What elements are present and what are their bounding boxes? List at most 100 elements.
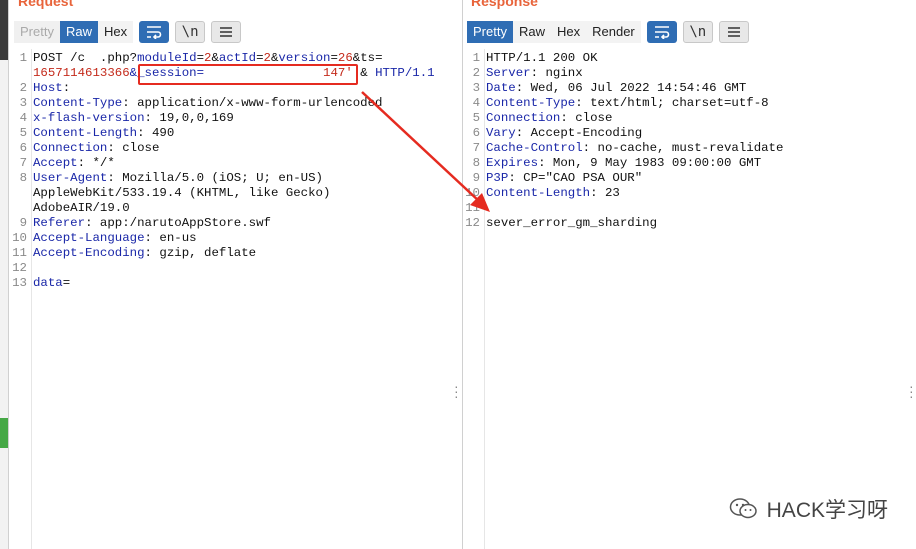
line-number: 2 — [472, 66, 480, 80]
line-text: HTTP/1.1 200 OK — [480, 51, 598, 66]
line-number: 13 — [12, 276, 27, 290]
code-line: 11 Accept-Encoding: gzip, deflate — [10, 246, 462, 261]
line-text: Server: nginx — [480, 66, 583, 81]
line-text: Expires: Mon, 9 May 1983 09:00:00 GMT — [480, 156, 761, 171]
code-line: 10 Accept-Language: en-us — [10, 231, 462, 246]
code-token: 2 — [263, 51, 271, 65]
request-resize-handle[interactable]: · · · — [454, 379, 459, 403]
code-line: 9 P3P: CP="CAO PSA OUR" — [463, 171, 916, 186]
code-token: : application/x-www-form-urlencoded — [122, 96, 383, 110]
code-token: Connection — [33, 141, 108, 155]
line-number: 7 — [472, 141, 480, 155]
response-menu-button[interactable] — [718, 21, 749, 43]
line-number: 9 — [19, 216, 27, 230]
response-pane: Response Pretty Raw Hex Render \n 1 HTTP/… — [462, 0, 916, 549]
code-line: 12 — [10, 261, 462, 276]
wrap-lines-icon — [147, 26, 162, 39]
line-number: 5 — [19, 126, 27, 140]
code-token: : CP="CAO PSA OUR" — [508, 171, 643, 185]
code-token: version — [278, 51, 331, 65]
line-number: 7 — [19, 156, 27, 170]
code-token: sever_error_gm_sharding — [486, 216, 658, 230]
line-text: Cache-Control: no-cache, must-revalidate — [480, 141, 783, 156]
code-line: 8 Expires: Mon, 9 May 1983 09:00:00 GMT — [463, 156, 916, 171]
line-text: Vary: Accept-Encoding — [480, 126, 642, 141]
wechat-icon — [729, 498, 757, 519]
code-token: & — [211, 51, 219, 65]
code-token: = — [62, 276, 71, 290]
left-edge-panel — [0, 0, 9, 549]
code-line: 3 Content-Type: application/x-www-form-ur… — [10, 96, 462, 111]
request-menu-button[interactable] — [211, 21, 242, 43]
line-number: 5 — [472, 111, 480, 125]
code-token: User-Agent — [33, 171, 108, 185]
request-tab-raw[interactable]: Raw — [59, 21, 98, 43]
line-number — [10, 186, 27, 201]
hamburger-menu-icon — [220, 27, 233, 37]
line-number: 8 — [19, 171, 27, 185]
line-text: User-Agent: Mozilla/5.0 (iOS; U; en-US) — [27, 171, 323, 186]
response-tab-pretty[interactable]: Pretty — [467, 21, 513, 43]
code-line: 13 data= — [10, 276, 462, 291]
line-number: 3 — [19, 96, 27, 110]
response-code: 1 HTTP/1.1 200 OK 2 Server: nginx 3 Date: Wed… — [463, 51, 916, 231]
response-toolbar: Pretty Raw Hex Render \n — [467, 21, 749, 43]
response-newline-button[interactable]: \n — [682, 21, 713, 43]
request-tab-pretty[interactable]: Pretty — [14, 21, 60, 43]
code-line: AppleWebKit/533.19.4 (KHTML, like Gecko) — [10, 186, 462, 201]
line-number: 6 — [19, 141, 27, 155]
code-token: HTTP/1.1 — [375, 66, 435, 80]
line-number: 10 — [465, 186, 480, 200]
code-token: data — [33, 276, 63, 290]
request-pane: Request Pretty Raw Hex \n 1 POST /c .php?… — [10, 0, 462, 549]
code-token: : en-us — [144, 231, 197, 245]
request-tab-hex[interactable]: Hex — [98, 21, 133, 43]
code-token: Server — [486, 66, 531, 80]
request-editor[interactable]: 1 POST /c .php?moduleId=2&actId=2&version… — [10, 49, 462, 549]
request-newline-button[interactable]: \n — [175, 21, 206, 43]
code-line: 11 — [463, 201, 916, 216]
line-number: 12 — [12, 261, 27, 275]
code-line: 12 sever_error_gm_sharding — [463, 216, 916, 231]
response-tab-raw[interactable]: Raw — [513, 21, 551, 43]
code-token: : 23 — [590, 186, 620, 200]
line-text: Referer: app:/narutoAppStore.swf — [27, 216, 271, 231]
line-number: 1 — [472, 51, 480, 65]
code-token: : 490 — [137, 126, 175, 140]
code-token: : nginx — [530, 66, 583, 80]
response-wrap-lines-button[interactable] — [646, 21, 677, 43]
code-token: : Wed, 06 Jul 2022 14:54:46 GMT — [515, 81, 747, 95]
request-code: 1 POST /c .php?moduleId=2&actId=2&version… — [10, 51, 462, 291]
response-editor[interactable]: 1 HTTP/1.1 200 OK 2 Server: nginx 3 Date: Wed… — [463, 49, 916, 549]
line-text: Content-Type: application/x-www-form-url… — [27, 96, 382, 111]
response-tab-hex[interactable]: Hex — [551, 21, 586, 43]
line-number: 10 — [12, 231, 27, 245]
edge-green-block — [0, 418, 8, 448]
code-line: AdobeAIR/19.0 — [10, 201, 462, 216]
code-token: : 19,0,0,169 — [144, 111, 234, 125]
code-token: actId — [218, 51, 257, 65]
line-text: AppleWebKit/533.19.4 (KHTML, like Gecko) — [27, 186, 330, 201]
code-token: Vary — [486, 126, 516, 140]
line-text: Content-Type: text/html; charset=utf-8 — [480, 96, 769, 111]
wrap-lines-icon — [654, 26, 670, 39]
session-highlight-box — [138, 64, 358, 85]
response-title: Response — [471, 0, 538, 9]
response-tab-render[interactable]: Render — [586, 21, 641, 43]
code-token: = — [256, 51, 264, 65]
code-token: Date — [486, 81, 516, 95]
code-line: 3 Date: Wed, 06 Jul 2022 14:54:46 GMT — [463, 81, 916, 96]
response-view-tabs: Pretty Raw Hex Render — [467, 21, 641, 43]
code-token: : close — [560, 111, 613, 125]
code-token: AdobeAIR/19.0 — [33, 201, 130, 215]
request-wrap-lines-button[interactable] — [139, 21, 170, 43]
code-token: Host — [33, 81, 63, 95]
response-resize-handle[interactable]: · · · — [909, 379, 914, 403]
code-line: 1 HTTP/1.1 200 OK — [463, 51, 916, 66]
line-text — [480, 201, 493, 216]
code-token: = — [196, 51, 205, 65]
code-line: 7 Cache-Control: no-cache, must-revalidat… — [463, 141, 916, 156]
code-token: HTTP/1.1 200 OK — [486, 51, 598, 65]
code-token: : Mozilla/5.0 (iOS; U; en-US) — [107, 171, 323, 185]
code-token: Cache-Control — [486, 141, 583, 155]
